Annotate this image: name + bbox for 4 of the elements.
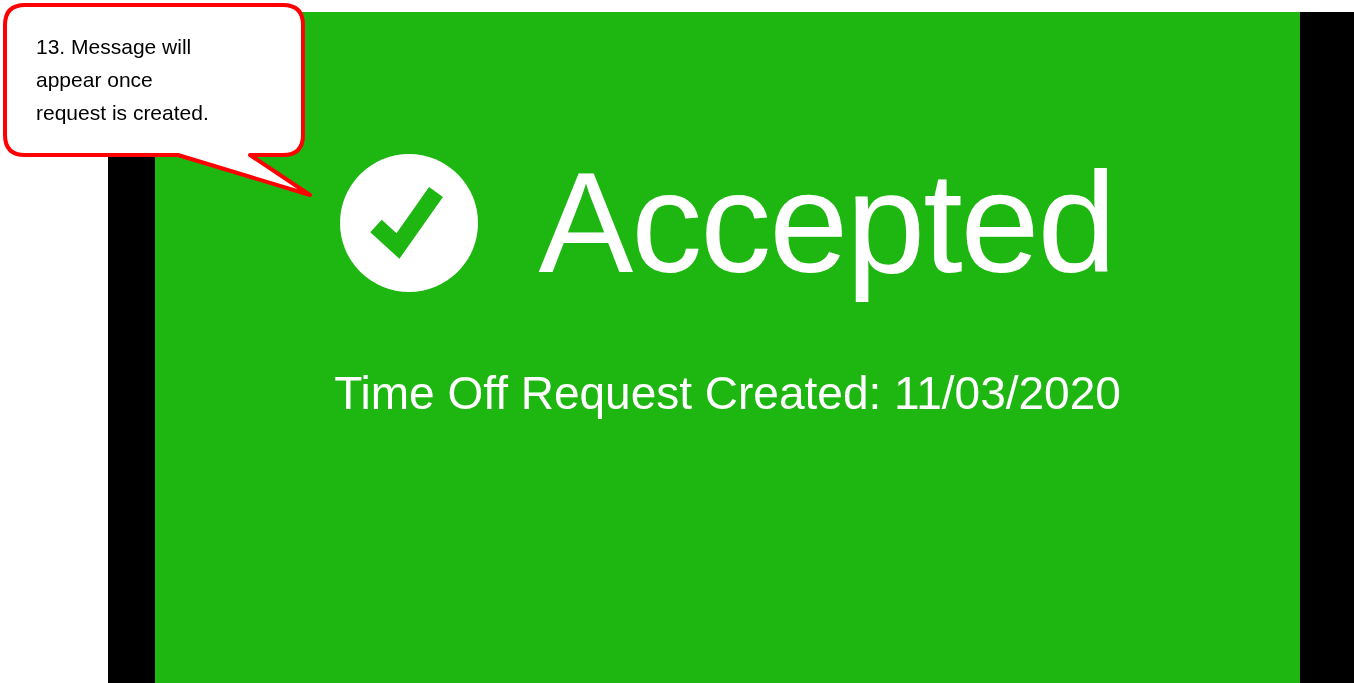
status-message: Time Off Request Created: 11/03/2020 (334, 370, 1121, 417)
callout-text: 13. Message will appear once request is created. (36, 34, 210, 126)
status-title: Accepted (538, 142, 1115, 304)
check-circle-icon (340, 154, 479, 293)
